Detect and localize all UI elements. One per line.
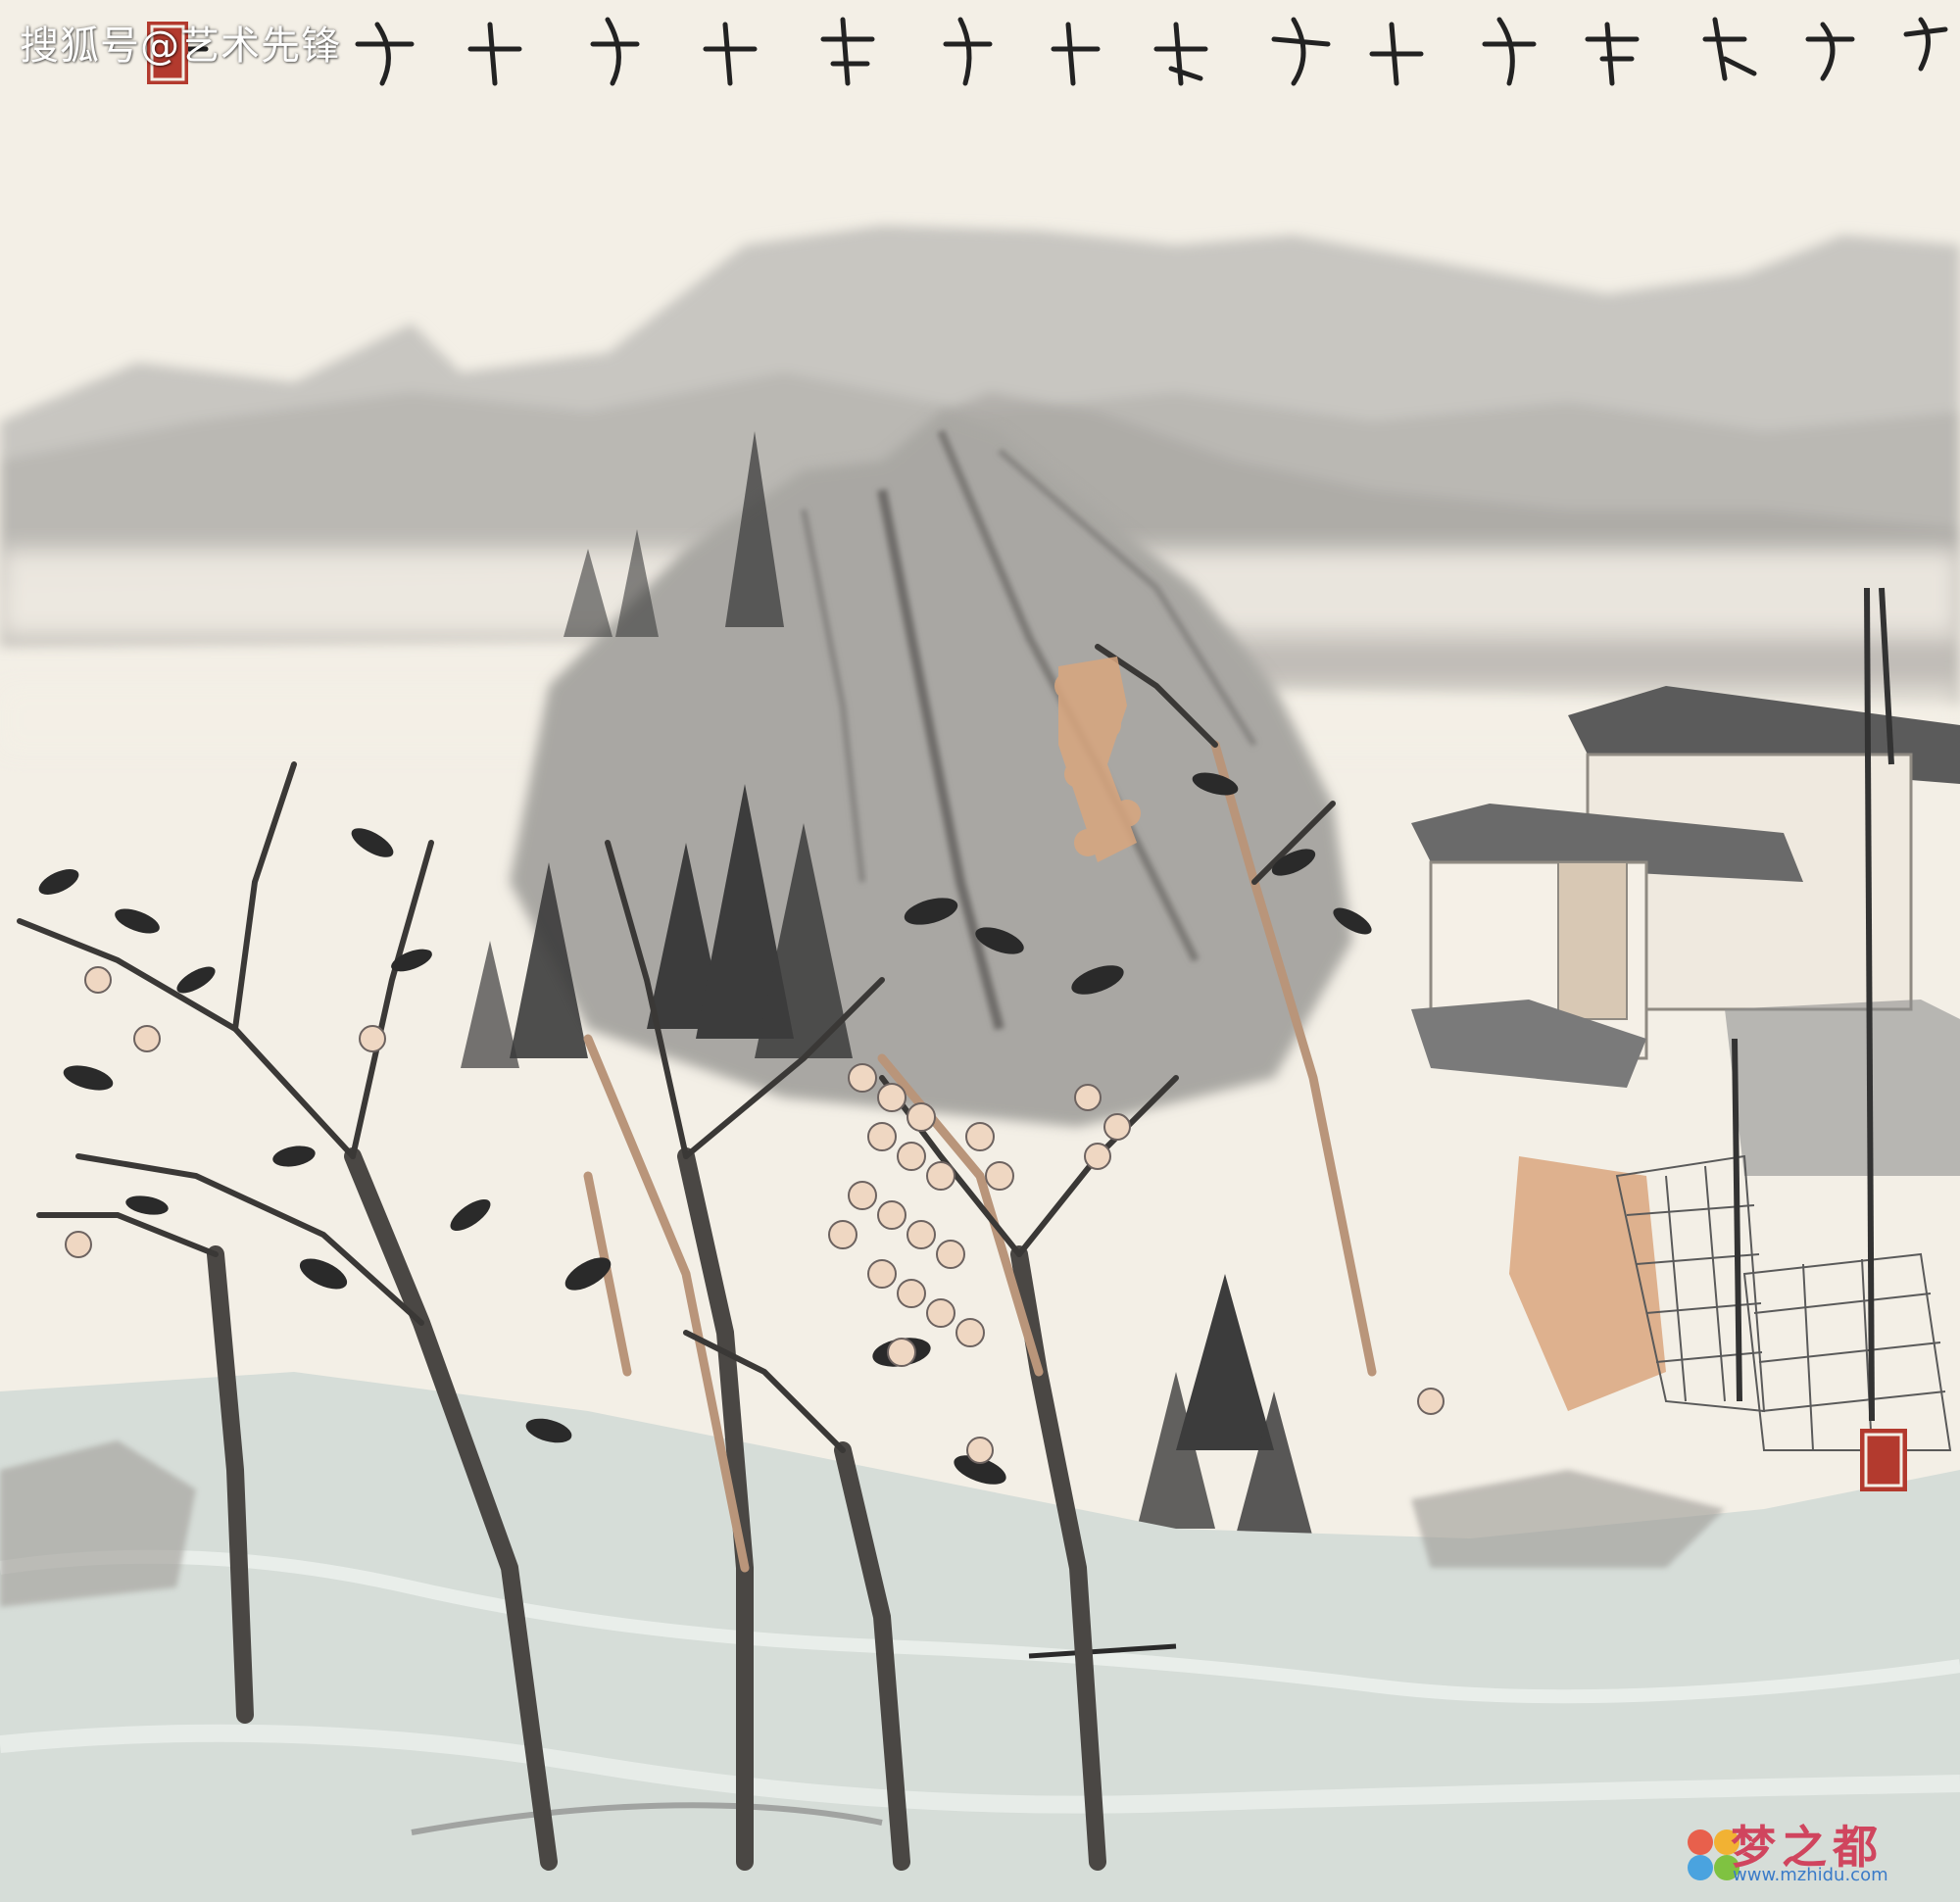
watermark-site: 梦之都 www.mzhidu.com xyxy=(1646,1810,1940,1888)
painting: 搜狐号@艺术先锋 梦之都 www.mzhidu.com xyxy=(0,0,1960,1902)
site-url: www.mzhidu.com xyxy=(1733,1865,1888,1885)
landscape-painting xyxy=(0,0,1960,1902)
watermark-top: 搜狐号@艺术先锋 xyxy=(20,24,341,69)
